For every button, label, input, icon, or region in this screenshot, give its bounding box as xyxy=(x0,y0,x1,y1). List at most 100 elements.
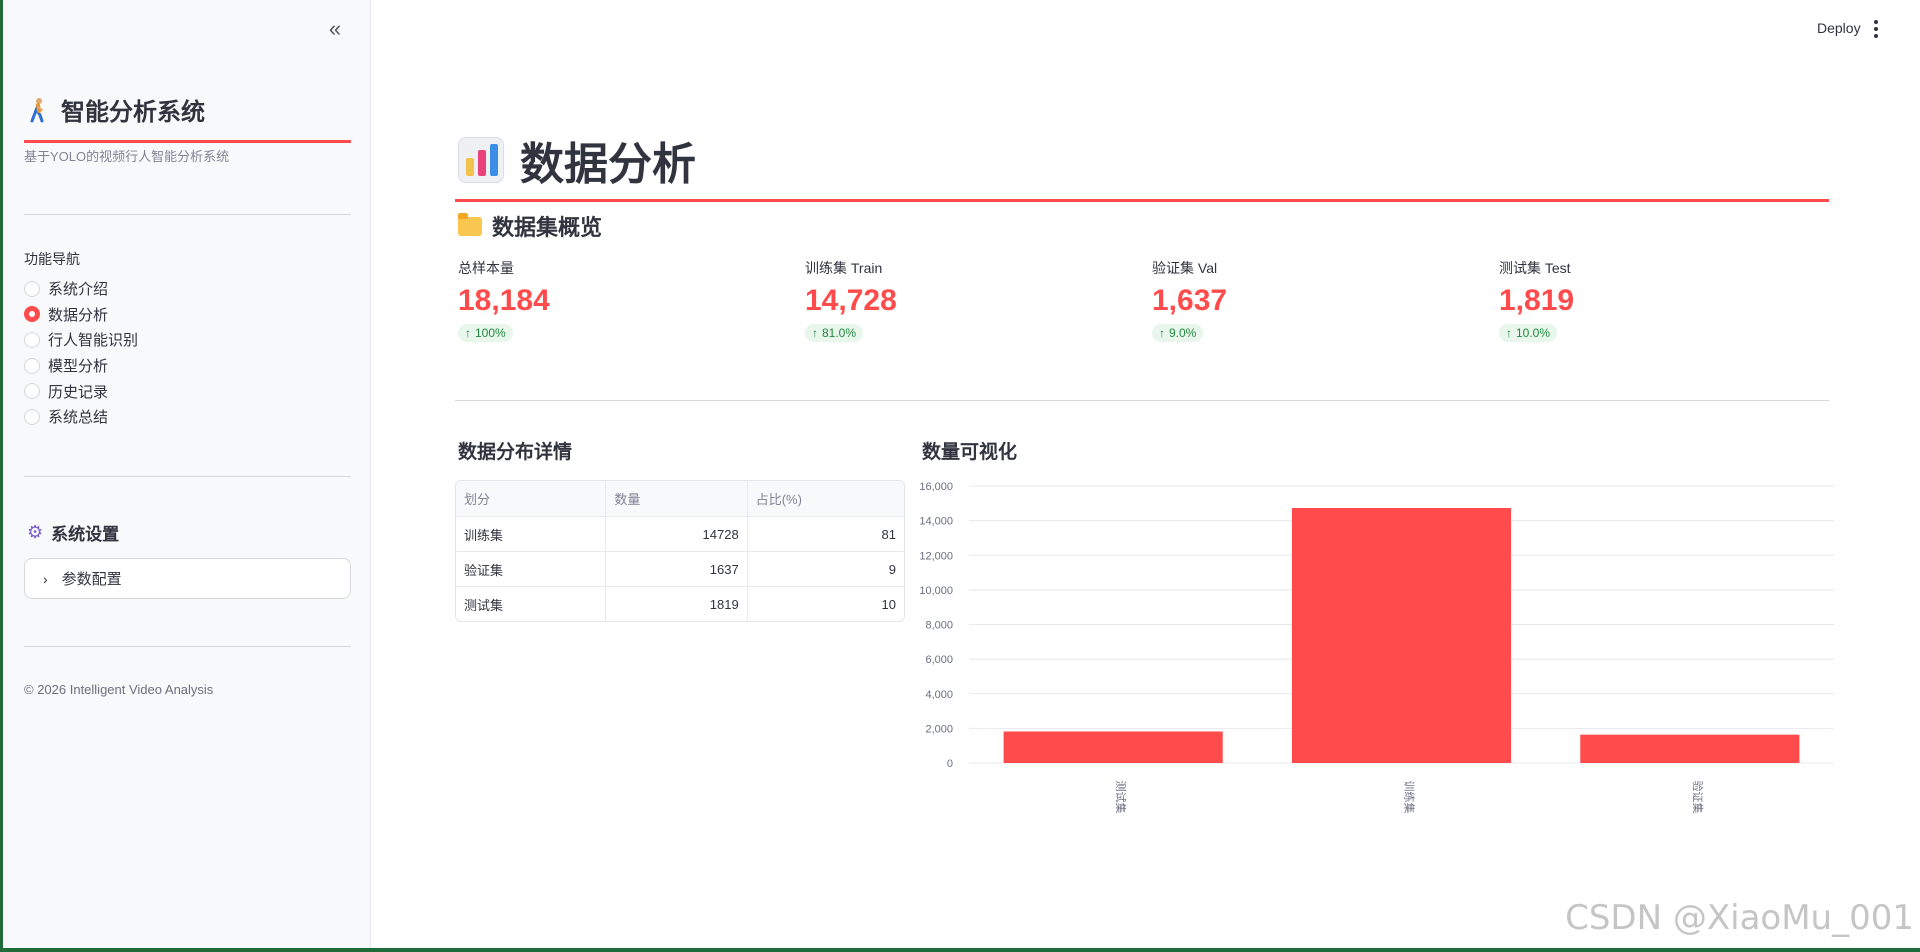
sidebar-title: 智能分析系统 xyxy=(27,92,205,127)
table-row: 验证集 1637 9 xyxy=(456,551,904,586)
nav-item-pedestrian-recognition[interactable]: 行人智能识别 xyxy=(24,327,138,353)
deploy-button[interactable]: Deploy xyxy=(1817,20,1861,36)
y-tick-label: 6,000 xyxy=(925,654,953,666)
radio-button[interactable] xyxy=(24,357,40,374)
column-header[interactable]: 划分 xyxy=(456,481,605,516)
metric-value: 14,728 xyxy=(805,284,897,317)
radio-button[interactable] xyxy=(24,331,40,348)
sidebar-title-underline xyxy=(24,140,351,143)
metric-label: 测试集 Test xyxy=(1499,260,1571,276)
bar-chart-svg: 0 2,000 4,000 6,000 8,000 10,000 12,000 14,000 1… xyxy=(919,481,1834,814)
sidebar-divider xyxy=(24,646,351,647)
y-tick-label: 8,000 xyxy=(925,620,953,632)
section-divider xyxy=(455,400,1829,401)
metric-delta-text: 10.0% xyxy=(1516,326,1551,340)
metric-delta: ↑ 81.0% xyxy=(805,324,864,342)
nav-item-summary[interactable]: 系统总结 xyxy=(24,404,138,430)
y-tick-label: 4,000 xyxy=(925,689,953,701)
metric-delta: ↑ 9.0% xyxy=(1152,324,1204,342)
nav-item-model-analysis[interactable]: 模型分析 xyxy=(24,353,138,379)
table-header-row: 划分 数量 占比(%) xyxy=(456,481,904,516)
collapse-sidebar-button[interactable]: « xyxy=(323,18,347,42)
sidebar: « 智能分析系统 基于YOLO的视频行人智能分析系统 功能导航 系统介绍 数据分… xyxy=(3,0,371,948)
metric-label: 验证集 Val xyxy=(1152,260,1218,276)
table-cell: 1819 xyxy=(605,587,746,621)
metric-label: 总样本量 xyxy=(458,260,514,276)
table-cell: 81 xyxy=(746,517,904,551)
nav-item-data-analysis[interactable]: 数据分析 xyxy=(24,302,138,328)
metric-value: 18,184 xyxy=(458,284,550,317)
column-header[interactable]: 占比(%) xyxy=(746,481,904,516)
table-heading: 数据分布详情 xyxy=(458,442,573,463)
folder-icon xyxy=(458,212,482,236)
table-cell: 9 xyxy=(746,552,904,586)
sidebar-divider xyxy=(24,214,351,215)
settings-title: ⚙ 系统设置 xyxy=(27,520,119,545)
metric-value: 1,819 xyxy=(1499,284,1575,317)
walking-person-icon xyxy=(27,97,49,123)
nav-item-label: 模型分析 xyxy=(48,358,109,376)
y-tick-label: 14,000 xyxy=(919,516,953,528)
table-cell: 验证集 xyxy=(464,562,504,578)
arrow-up-icon: ↑ xyxy=(465,326,471,340)
nav-item-label: 数据分析 xyxy=(48,306,109,324)
metric-total: 总样本量 18,184 ↑ 100% xyxy=(458,258,758,342)
bar xyxy=(1580,734,1800,763)
x-tick-label: 验证集 xyxy=(1691,781,1705,814)
nav-label: 功能导航 xyxy=(24,251,80,267)
watermark-text: CSDN @XiaoMu_001 xyxy=(1565,898,1914,938)
parameter-config-expander[interactable]: › 参数配置 xyxy=(24,558,351,599)
radio-button[interactable] xyxy=(24,280,40,297)
copyright-text: © 2026 Intelligent Video Analysis xyxy=(24,682,214,697)
y-tick-label: 16,000 xyxy=(919,481,953,493)
metric-label: 训练集 Train xyxy=(805,260,883,276)
expander-label: 参数配置 xyxy=(61,571,122,588)
table-row: 测试集 1819 10 xyxy=(456,586,904,621)
title-underline xyxy=(455,199,1829,202)
app-window: « 智能分析系统 基于YOLO的视频行人智能分析系统 功能导航 系统介绍 数据分… xyxy=(3,0,1920,948)
nav-item-label: 系统总结 xyxy=(48,409,109,427)
arrow-up-icon: ↑ xyxy=(1506,326,1512,340)
settings-title-text: 系统设置 xyxy=(51,525,120,544)
nav-item-history[interactable]: 历史记录 xyxy=(24,378,138,404)
table-row: 训练集 14728 81 xyxy=(456,516,904,551)
double-chevron-left-icon: « xyxy=(328,16,342,41)
metric-train: 训练集 Train 14,728 ↑ 81.0% xyxy=(805,258,1105,342)
y-tick-label: 0 xyxy=(947,758,953,770)
overview-heading: 数据集概览 xyxy=(458,210,602,242)
y-tick-label: 2,000 xyxy=(925,723,953,735)
sidebar-subtitle: 基于YOLO的视频行人智能分析系统 xyxy=(24,149,230,164)
table-cell: 10 xyxy=(746,587,904,621)
nav-item-label: 历史记录 xyxy=(48,383,109,401)
metric-test: 测试集 Test 1,819 ↑ 10.0% xyxy=(1499,258,1799,342)
nav-item-label: 行人智能识别 xyxy=(48,332,139,350)
metric-delta-text: 100% xyxy=(475,326,506,340)
radio-button[interactable] xyxy=(24,408,40,425)
metric-delta: ↑ 100% xyxy=(458,324,513,342)
table-cell: 测试集 xyxy=(464,597,504,613)
x-tick-label: 测试集 xyxy=(1114,781,1128,814)
nav-radio-group: 系统介绍 数据分析 行人智能识别 模型分析 历史记录 系统总结 xyxy=(24,276,138,430)
chart-heading: 数量可视化 xyxy=(922,442,1018,463)
radio-button-selected[interactable] xyxy=(24,306,40,323)
page-title-text: 数据分析 xyxy=(520,140,696,189)
column-header[interactable]: 数量 xyxy=(605,481,746,516)
radio-button[interactable] xyxy=(24,383,40,400)
main-content: Deploy 数据分析 数据集概览 总样本量 18,184 ↑ 100% 训练集 … xyxy=(371,0,1920,948)
bar xyxy=(1003,731,1223,763)
x-tick-label: 训练集 xyxy=(1403,781,1417,814)
page-title: 数据分析 xyxy=(458,128,696,192)
nav-item-label: 系统介绍 xyxy=(48,281,109,299)
gear-icon: ⚙ xyxy=(27,522,44,542)
distribution-table[interactable]: 划分 数量 占比(%) 训练集 14728 81 验证集 1637 9 测试集 … xyxy=(455,480,905,622)
nav-item-intro[interactable]: 系统介绍 xyxy=(24,276,138,302)
metric-val: 验证集 Val 1,637 ↑ 9.0% xyxy=(1152,258,1452,342)
overview-heading-text: 数据集概览 xyxy=(492,215,603,240)
metric-delta: ↑ 10.0% xyxy=(1499,324,1558,342)
more-options-icon[interactable] xyxy=(1868,18,1884,40)
metric-delta-text: 81.0% xyxy=(822,326,857,340)
metric-delta-text: 9.0% xyxy=(1169,326,1197,340)
sidebar-title-text: 智能分析系统 xyxy=(61,99,205,126)
arrow-up-icon: ↑ xyxy=(812,326,818,340)
y-tick-label: 12,000 xyxy=(919,550,953,562)
